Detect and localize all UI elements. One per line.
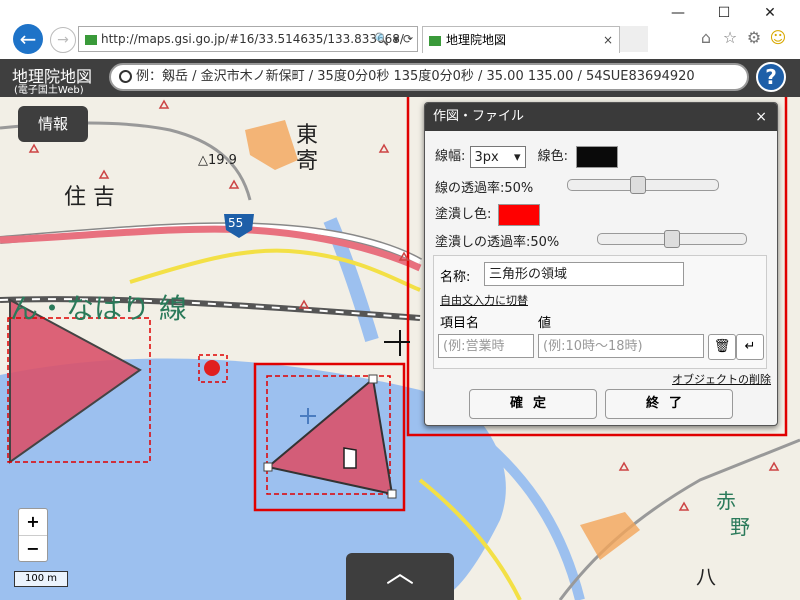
delete-object-link[interactable]: オブジェクトの削除	[672, 371, 771, 387]
browser-chrome: — ☐ ✕ ← → http://maps.gsi.go.jp/#16/33.5…	[0, 0, 800, 60]
settings-icon[interactable]: ⚙	[744, 28, 764, 48]
line-opacity-slider[interactable]	[567, 176, 719, 194]
place-label: 野	[730, 515, 750, 539]
tab-site-icon	[429, 35, 441, 46]
line-width-value: 3px	[474, 149, 499, 165]
favorites-icon[interactable]: ☆	[720, 28, 740, 48]
fill-opacity-slider[interactable]	[597, 230, 747, 248]
prefectural-road	[129, 248, 421, 292]
chevron-up-icon: ︿	[385, 556, 414, 589]
vertex-handle[interactable]	[263, 462, 273, 472]
value-input[interactable]: (例:10時～18時)	[538, 334, 704, 358]
dialog-title: 作図・ファイル	[433, 109, 525, 124]
value-placeholder: (例:10時～18時)	[543, 339, 643, 354]
urban-area	[245, 120, 298, 170]
app-logo-sub: (電子国土Web)	[14, 85, 84, 96]
info-button[interactable]: 情報	[18, 106, 88, 142]
address-controls[interactable]: 🔍 ▾ ⟳	[374, 27, 413, 51]
zoom-out-button[interactable]: −	[19, 536, 47, 562]
item-name-input[interactable]: (例:営業時	[438, 334, 534, 358]
name-input[interactable]: 三角形の領域	[484, 262, 684, 286]
line-color-label: 線色:	[537, 149, 569, 164]
vertex-handle[interactable]	[387, 489, 397, 499]
scale-bar: 100 m	[14, 571, 68, 587]
tab-close-icon[interactable]: ×	[603, 27, 613, 53]
new-tab-button[interactable]	[620, 26, 648, 52]
dialog-title-bar[interactable]: 作図・ファイル ×	[425, 103, 777, 131]
line-width-label: 線幅:	[435, 149, 466, 164]
place-label: 住 吉	[64, 185, 115, 210]
elevation-label: △19.9	[198, 153, 237, 168]
close-window-icon[interactable]: ✕	[756, 2, 784, 24]
place-label: 寄	[296, 149, 319, 174]
url-text: http://maps.gsi.go.jp/#16/33.514635/133.…	[101, 32, 404, 46]
name-label: 名称:	[440, 270, 471, 285]
freeform-toggle-link[interactable]: 自由文入力に切替	[440, 292, 528, 308]
maximize-icon[interactable]: ☐	[710, 2, 738, 24]
search-icon	[119, 70, 132, 83]
app-header: 地理院地図 (電子国土Web) 例：剱岳 / 金沢市木ノ新保町 / 35度0分0…	[0, 59, 800, 97]
browser-tab[interactable]: 地理院地図 ×	[422, 26, 620, 53]
minimize-icon[interactable]: —	[664, 2, 692, 24]
hand-cursor-icon	[343, 447, 357, 469]
railway-line-label: ん・なはり 線	[10, 292, 187, 325]
line-opacity-knob[interactable]	[630, 176, 646, 194]
value-header: 値	[538, 316, 552, 331]
back-button[interactable]: ←	[13, 24, 43, 54]
line-color-swatch[interactable]	[576, 145, 619, 168]
item-name-header: 項目名	[440, 316, 480, 331]
home-icon[interactable]: ⌂	[696, 28, 716, 48]
search-placeholder: 例：剱岳 / 金沢市木ノ新保町 / 35度0分0秒 135度0分0秒 / 35.…	[136, 69, 695, 84]
zoom-control: + −	[18, 508, 48, 562]
search-input[interactable]: 例：剱岳 / 金沢市木ノ新保町 / 35度0分0秒 135度0分0秒 / 35.…	[109, 63, 749, 91]
vertex-handle[interactable]	[368, 374, 378, 384]
item-name-placeholder: (例:営業時	[443, 339, 505, 354]
route-number: 55	[228, 216, 244, 230]
forward-button[interactable]: →	[50, 27, 76, 53]
address-bar[interactable]: http://maps.gsi.go.jp/#16/33.514635/133.…	[78, 26, 418, 52]
point-marker[interactable]	[204, 360, 220, 376]
attribute-panel: 名称: 三角形の領域 自由文入力に切替 項目名 値 (例:営業時 (例:10時～…	[433, 255, 767, 369]
fill-opacity-label: 塗潰しの透過率:50%	[435, 235, 560, 250]
fill-opacity-knob[interactable]	[664, 230, 680, 248]
drawing-dialog: 作図・ファイル × 線幅: 3px 線色: 線の透過率:50% 塗潰し色: 塗潰…	[424, 102, 778, 426]
bottom-panel-toggle[interactable]: ︿	[346, 553, 454, 600]
line-width-select[interactable]: 3px	[469, 145, 526, 169]
dialog-close-icon[interactable]: ×	[755, 103, 767, 131]
zoom-in-button[interactable]: +	[19, 509, 47, 536]
line-opacity-label: 線の透過率:50%	[435, 181, 534, 196]
fill-color-swatch[interactable]	[497, 203, 540, 226]
place-label: 赤	[716, 489, 736, 513]
enter-icon[interactable]: ↵	[736, 334, 764, 360]
help-button[interactable]: ?	[756, 62, 786, 92]
smiley-icon[interactable]: ☺	[768, 28, 788, 48]
confirm-button[interactable]: 確定	[469, 389, 597, 419]
tab-title: 地理院地図	[446, 33, 507, 47]
site-icon	[85, 34, 97, 45]
trash-icon[interactable]: 🗑	[708, 334, 736, 360]
end-button[interactable]: 終了	[605, 389, 733, 419]
fill-color-label: 塗潰し色:	[435, 207, 492, 222]
place-label: 八	[696, 565, 716, 589]
